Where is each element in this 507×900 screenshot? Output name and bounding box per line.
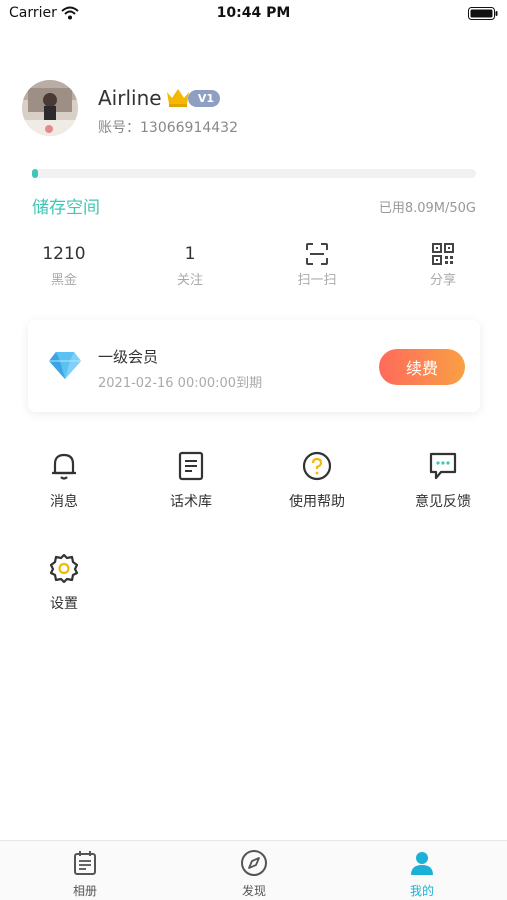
membership-title: 一级会员	[98, 348, 159, 366]
bell-icon	[52, 453, 76, 480]
stat-label: 黑金	[50, 273, 77, 288]
tab-label: 相册	[72, 884, 97, 898]
calendar-icon	[74, 851, 96, 875]
membership-card: 一级会员 2021-02-16 00:00:00到期 续费	[28, 320, 480, 412]
storage-label: 储存空间	[32, 198, 100, 218]
username: Airline	[98, 86, 162, 110]
status-time: 10:44 PM	[216, 5, 291, 21]
qr-code-icon	[432, 243, 454, 265]
scan-icon	[306, 243, 328, 265]
menu-item-help[interactable]: 使用帮助	[272, 451, 362, 511]
diamond-icon	[49, 352, 81, 379]
avatar-image	[22, 80, 78, 136]
renew-button[interactable]: 续费	[379, 349, 465, 385]
tab-bar: 相册 发现 我的	[0, 840, 507, 900]
share-label: 分享	[429, 273, 456, 288]
tab-mine[interactable]: 我的	[377, 849, 467, 899]
menu-item-label: 使用帮助	[289, 494, 345, 510]
status-bar: Carrier 10:44 PM	[0, 0, 507, 28]
menu-item-messages[interactable]: 消息	[19, 451, 109, 511]
person-icon	[411, 852, 433, 875]
stat-label: 关注	[176, 273, 203, 288]
document-icon	[178, 451, 204, 481]
stat-black-gold[interactable]: 1210 黑金	[24, 243, 104, 288]
account-number: 账号：13066914432	[98, 120, 238, 136]
tab-label: 我的	[409, 884, 434, 898]
membership-expiry: 2021-02-16 00:00:00到期	[98, 376, 263, 391]
compass-icon	[241, 850, 267, 876]
share-button[interactable]: 分享	[403, 243, 483, 288]
menu-item-settings[interactable]: 设置	[19, 553, 109, 613]
stat-following[interactable]: 1 关注	[150, 243, 230, 288]
storage-progress-bar	[32, 169, 476, 178]
menu-item-script-library[interactable]: 话术库	[146, 451, 236, 511]
avatar[interactable]	[22, 80, 78, 136]
vip-level-badge: V1	[188, 90, 220, 107]
menu-item-label: 话术库	[170, 494, 212, 510]
scan-label: 扫一扫	[297, 273, 337, 288]
tab-album[interactable]: 相册	[40, 849, 130, 899]
menu-item-label: 消息	[50, 494, 78, 510]
menu-item-feedback[interactable]: 意见反馈	[398, 451, 488, 511]
gear-icon	[49, 553, 79, 583]
feedback-icon	[429, 452, 457, 480]
scan-button[interactable]: 扫一扫	[277, 243, 357, 288]
storage-progress-fill	[32, 169, 38, 178]
storage-used: 已用8.09M/50G	[378, 201, 476, 216]
battery-icon	[468, 7, 498, 20]
menu-item-label: 设置	[50, 596, 78, 612]
stat-value: 1	[184, 244, 196, 264]
tab-discover[interactable]: 发现	[209, 849, 299, 899]
help-icon	[302, 451, 332, 481]
menu-item-label: 意见反馈	[415, 494, 471, 510]
stat-value: 1210	[42, 244, 86, 264]
tab-label: 发现	[241, 884, 266, 898]
